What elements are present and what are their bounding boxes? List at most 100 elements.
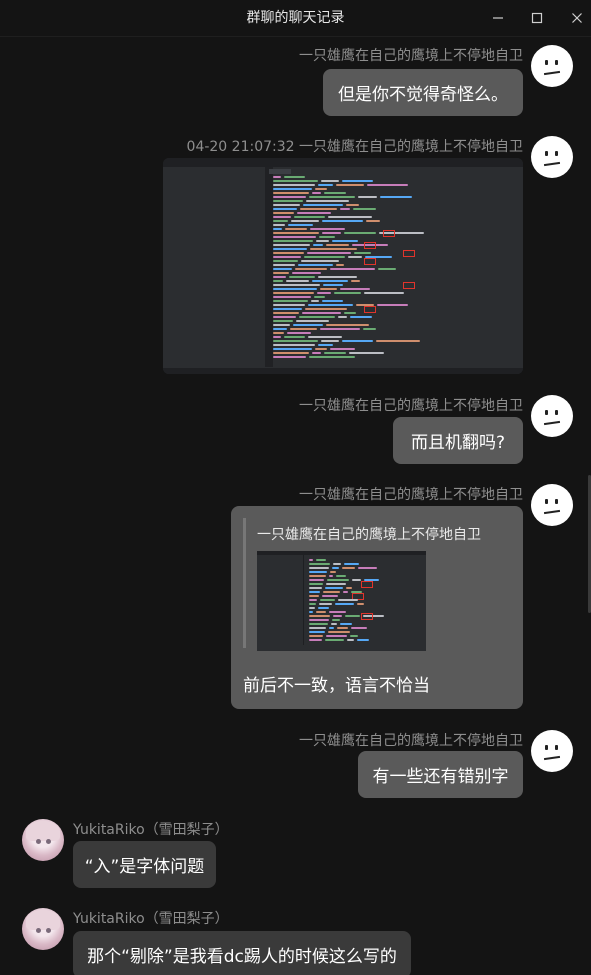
code-line-segment bbox=[338, 316, 347, 318]
image-attachment[interactable] bbox=[163, 158, 523, 374]
message-list[interactable]: 一只雄鹰在自己的鹰境上不停地自卫 但是你不觉得奇怪么。 04-20 21:07:… bbox=[0, 37, 591, 975]
code-line-segment bbox=[273, 180, 318, 182]
maximize-button[interactable] bbox=[525, 6, 549, 30]
code-line-segment bbox=[318, 276, 357, 278]
code-line-segment bbox=[298, 264, 333, 266]
code-line-segment bbox=[316, 611, 327, 613]
code-line-segment bbox=[318, 184, 333, 186]
code-line-segment bbox=[273, 284, 320, 286]
user-avatar[interactable] bbox=[531, 395, 573, 437]
code-line-segment bbox=[287, 332, 311, 334]
minimize-icon bbox=[493, 17, 503, 19]
code-line-segment bbox=[329, 611, 346, 613]
code-line-segment bbox=[349, 352, 384, 354]
code-line-segment bbox=[273, 252, 304, 254]
contact-avatar[interactable] bbox=[22, 908, 64, 950]
code-line-segment bbox=[353, 208, 376, 210]
code-line-segment bbox=[273, 188, 312, 190]
code-line-segment bbox=[351, 280, 360, 282]
code-line-segment bbox=[332, 240, 358, 242]
code-line-segment bbox=[351, 579, 361, 581]
message-bubble[interactable]: 那个“剔除”是我看dc踢人的时候这么写的 bbox=[73, 931, 411, 975]
quoted-sender: 一只雄鹰在自己的鹰境上不停地自卫 bbox=[257, 527, 481, 543]
code-line-segment bbox=[273, 288, 317, 290]
code-line-segment bbox=[308, 304, 353, 306]
code-line-segment bbox=[328, 575, 333, 577]
code-line-segment bbox=[294, 216, 325, 218]
code-line-segment bbox=[273, 236, 316, 238]
code-line-segment bbox=[324, 587, 344, 589]
close-button[interactable] bbox=[565, 6, 589, 30]
message-bubble[interactable]: 有一些还有错别字 bbox=[358, 751, 523, 798]
quoted-image[interactable] bbox=[257, 551, 426, 651]
code-line-segment bbox=[346, 587, 353, 589]
code-line-segment bbox=[309, 587, 322, 589]
code-line-segment bbox=[273, 228, 282, 230]
code-line-segment bbox=[310, 228, 345, 230]
message-header: 04-20 21:07:32 一只雄鹰在自己的鹰境上不停地自卫 bbox=[187, 136, 523, 156]
code-line-segment bbox=[324, 192, 346, 194]
code-line-segment bbox=[273, 296, 311, 298]
code-line-segment bbox=[299, 316, 335, 318]
code-line-segment bbox=[328, 216, 372, 218]
code-line-segment bbox=[309, 635, 324, 637]
message-bubble[interactable]: “入”是字体问题 bbox=[73, 841, 216, 888]
code-line-segment bbox=[273, 196, 306, 198]
code-line-segment bbox=[273, 244, 310, 246]
code-line-segment bbox=[273, 268, 292, 270]
code-line-segment bbox=[304, 256, 345, 258]
message-sender: 一只雄鹰在自己的鹰境上不停地自卫 bbox=[299, 139, 523, 155]
code-line-segment bbox=[309, 603, 316, 605]
code-line-segment bbox=[321, 180, 339, 182]
code-line-segment bbox=[306, 200, 349, 202]
highlight-box bbox=[403, 282, 415, 289]
code-line-segment bbox=[340, 208, 350, 210]
code-line-segment bbox=[326, 324, 369, 326]
code-line-segment bbox=[309, 623, 328, 625]
code-line-segment bbox=[326, 583, 347, 585]
code-line-segment bbox=[285, 228, 307, 230]
code-line-segment bbox=[350, 316, 372, 318]
code-line-segment bbox=[309, 631, 325, 633]
code-line-segment bbox=[309, 567, 329, 569]
code-line-segment bbox=[300, 208, 337, 210]
code-line-segment bbox=[273, 248, 307, 250]
code-line-segment bbox=[346, 204, 359, 206]
code-line-segment bbox=[330, 348, 355, 350]
code-line-segment bbox=[309, 591, 321, 593]
user-avatar[interactable] bbox=[531, 136, 573, 178]
code-line-segment bbox=[339, 623, 352, 625]
close-icon bbox=[572, 13, 582, 23]
code-line-segment bbox=[273, 312, 299, 314]
code-line-segment bbox=[344, 232, 376, 234]
code-line-segment bbox=[357, 603, 364, 605]
minimize-button[interactable] bbox=[486, 6, 510, 30]
code-line-segment bbox=[380, 196, 412, 198]
code-line-segment bbox=[357, 567, 377, 569]
quote-message-bubble[interactable]: 一只雄鹰在自己的鹰境上不停地自卫 前后不一致，语言不恰当 bbox=[231, 506, 523, 709]
code-line-segment bbox=[330, 268, 375, 270]
code-line-segment bbox=[308, 336, 342, 338]
code-line-segment bbox=[314, 296, 325, 298]
code-line-segment bbox=[327, 579, 349, 581]
contact-avatar[interactable] bbox=[22, 819, 64, 861]
code-line-segment bbox=[345, 615, 361, 617]
user-avatar[interactable] bbox=[531, 484, 573, 526]
quote-bar bbox=[243, 518, 246, 648]
message-bubble[interactable]: 而且机翻吗? bbox=[393, 417, 523, 464]
user-avatar[interactable] bbox=[531, 45, 573, 87]
code-line-segment bbox=[273, 204, 300, 206]
message-bubble[interactable]: 但是你不觉得奇怪么。 bbox=[323, 69, 523, 116]
code-line-segment bbox=[309, 579, 325, 581]
code-line-segment bbox=[358, 196, 377, 198]
code-line-segment bbox=[309, 619, 330, 621]
code-line-segment bbox=[337, 599, 359, 601]
code-line-segment bbox=[297, 212, 331, 214]
code-line-segment bbox=[319, 236, 335, 238]
code-line-segment bbox=[336, 184, 364, 186]
code-line-segment bbox=[309, 583, 323, 585]
user-avatar[interactable] bbox=[531, 730, 573, 772]
code-line-segment bbox=[341, 567, 355, 569]
code-line-segment bbox=[295, 268, 327, 270]
code-line-segment bbox=[340, 288, 370, 290]
